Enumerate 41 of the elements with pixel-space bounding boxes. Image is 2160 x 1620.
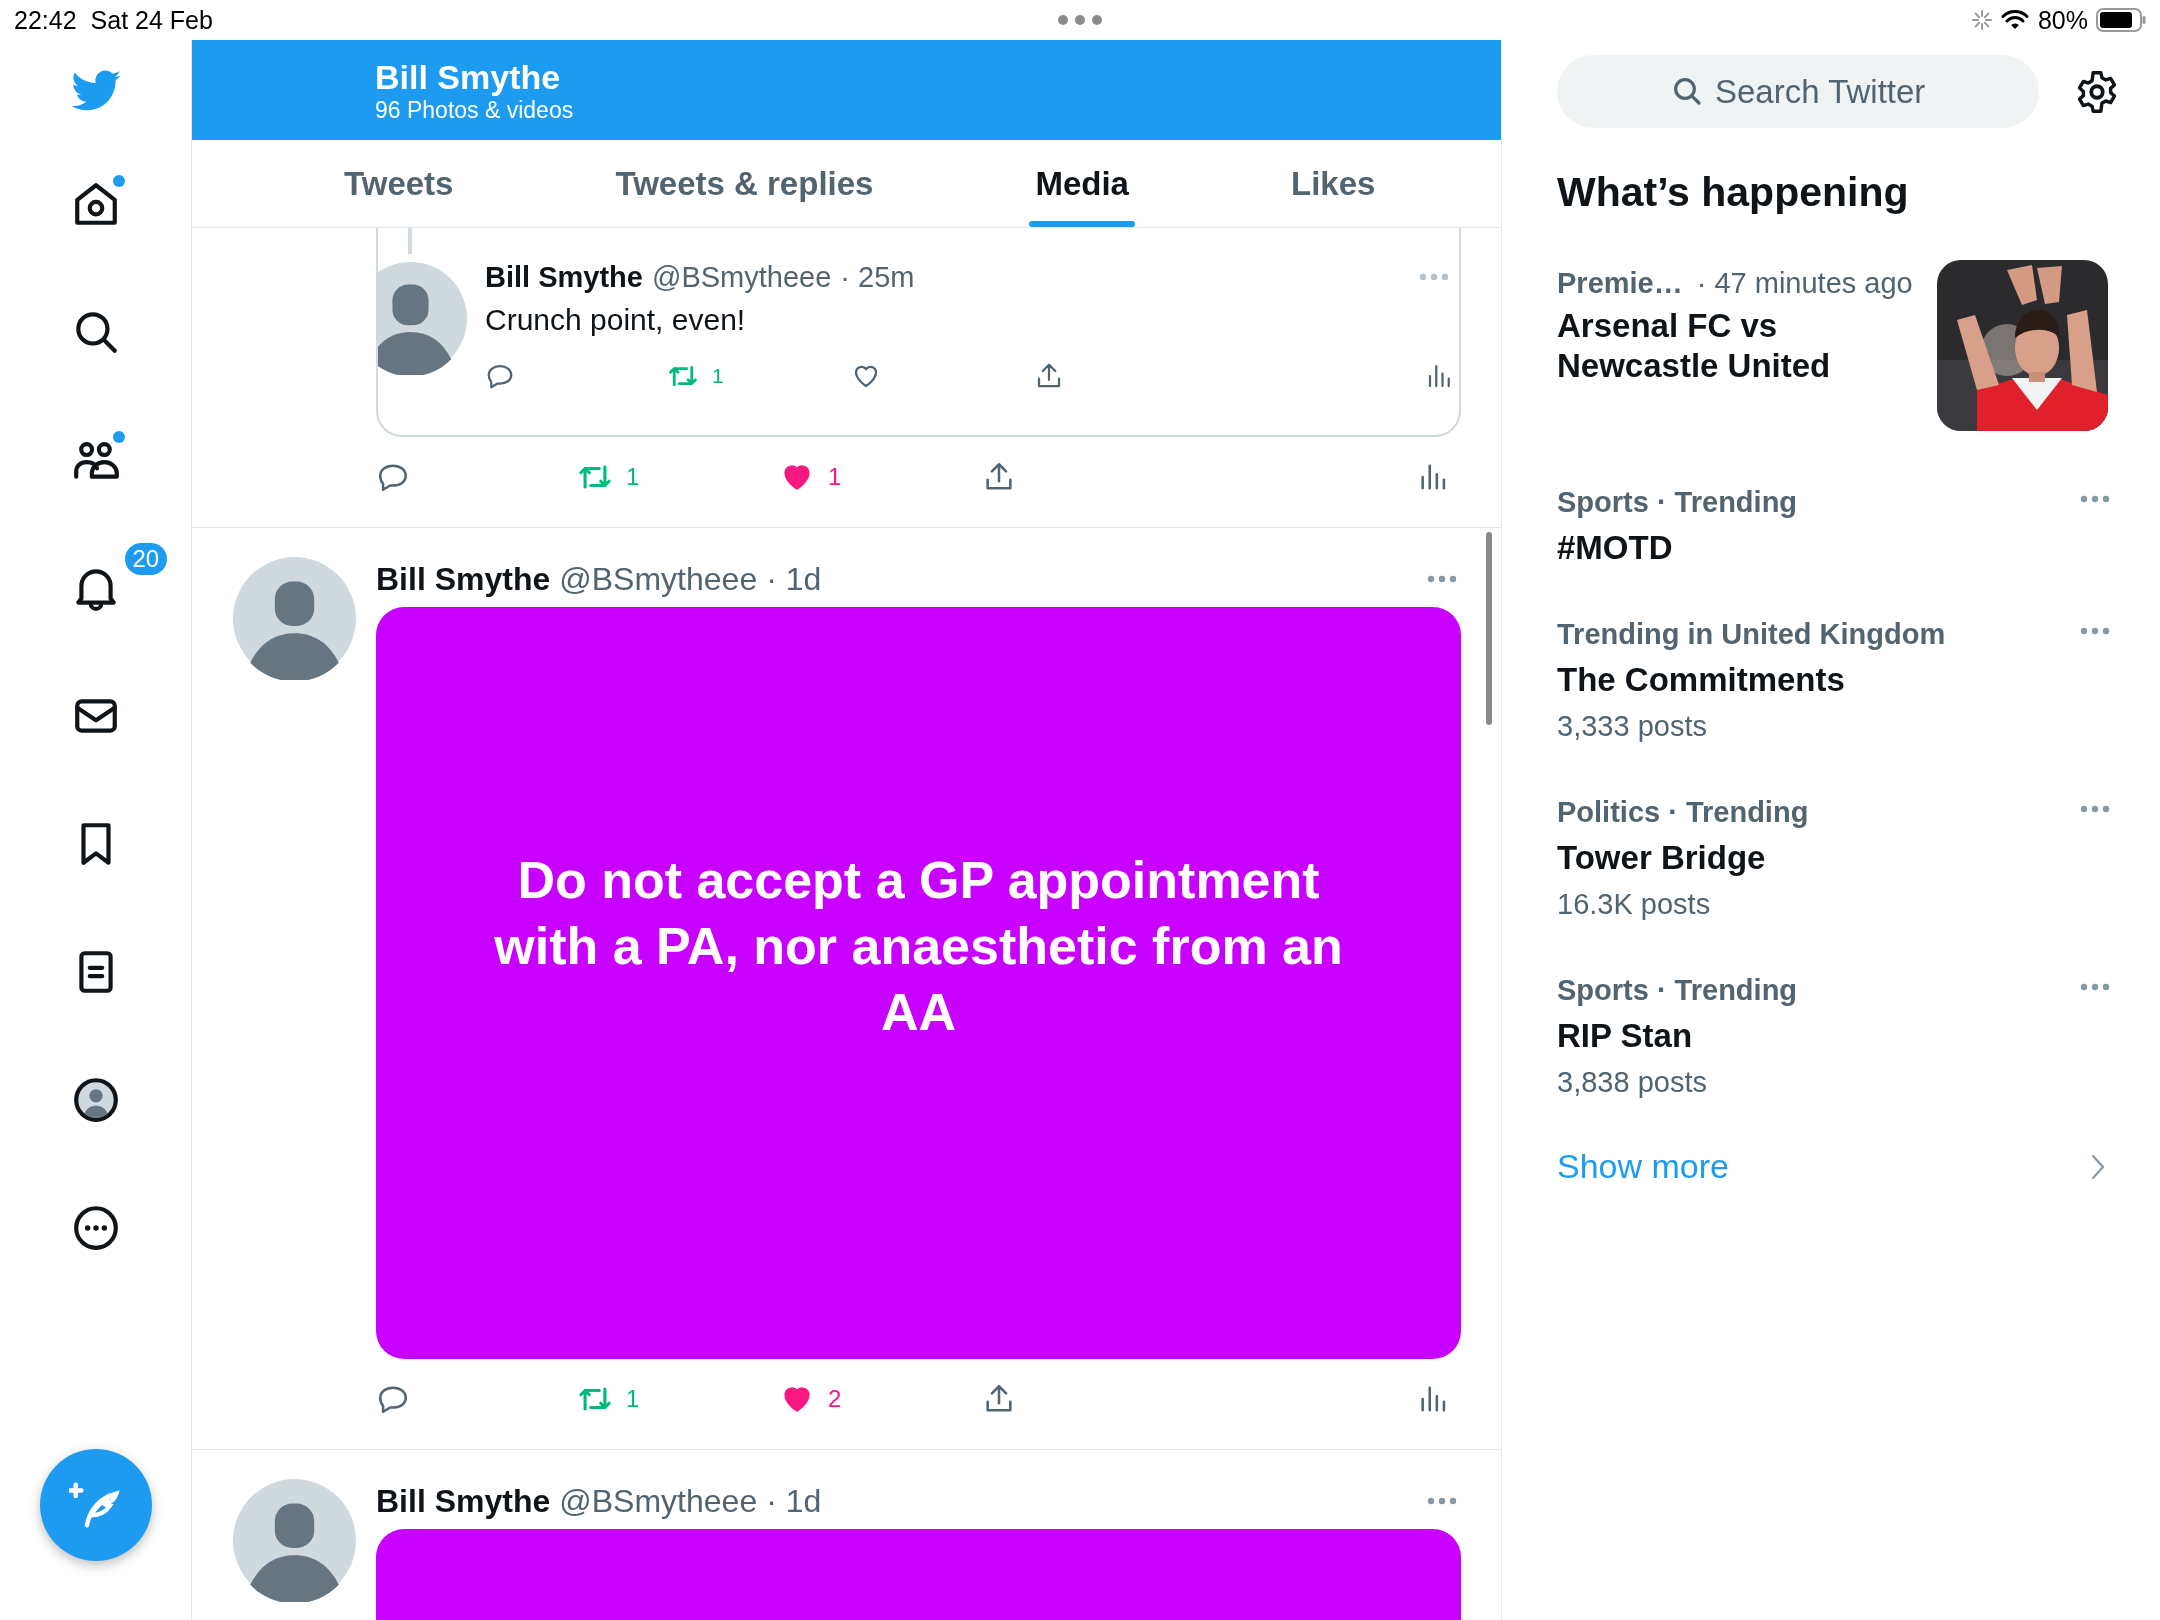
quote-card[interactable]: Bill Smythe @BSmytheee · 25m Crunch point, even! 1: [376, 228, 1461, 437]
media-card[interactable]: Do not accept a GP appointment with a PA, nor anaesthetic from an AA: [376, 607, 1461, 1359]
count-badge: 20: [122, 541, 170, 577]
timestamp: · 47 minutes ago: [1696, 266, 1913, 301]
author-handle: @BSmytheee: [651, 260, 832, 294]
date: Sat 24 Feb: [90, 5, 213, 35]
author-name[interactable]: Bill Smythe: [376, 1482, 551, 1520]
trend-title[interactable]: RIP Stan: [1557, 1013, 1798, 1059]
tweet-text: Crunch point, even!: [485, 302, 747, 338]
media-count: 96 Photos & videos: [375, 97, 575, 123]
section-title: What’s happening: [1557, 168, 1910, 216]
author-handle: @BSmytheee: [559, 560, 758, 598]
tab[interactable]: Likes: [1284, 140, 1382, 227]
trend-category: Sports · Trending: [1557, 485, 1798, 520]
timestamp: · 1d: [766, 1482, 822, 1520]
trend-category: Politics · Trending: [1557, 795, 1809, 830]
time: 22:42: [14, 5, 77, 35]
like-button[interactable]: 1: [780, 460, 982, 494]
trend-title[interactable]: Arsenal FC vs Newcastle United: [1557, 306, 1887, 386]
trend-category: Premie…: [1557, 266, 1683, 301]
trend-category: Trending in United Kingdom: [1557, 617, 1946, 652]
post-count: 3,333 posts: [1557, 709, 1708, 744]
trend-title[interactable]: The Commitments: [1557, 657, 1946, 703]
trend-title[interactable]: #MOTD: [1557, 525, 1798, 571]
battery-percentage: 80%: [2037, 5, 2088, 35]
image-text: Do not accept a GP appointment with a PA, nor anaesthetic from an AA: [493, 850, 1344, 1043]
timestamp: · 25m: [840, 260, 915, 294]
search-field[interactable]: Search Twitter: [1557, 55, 2039, 128]
author-handle: @BSmytheee: [559, 1482, 758, 1520]
author-name[interactable]: Bill Smythe: [376, 560, 551, 598]
like-button[interactable]: 2: [780, 1382, 982, 1416]
post-count: 16.3K posts: [1557, 887, 1712, 922]
profile-name: Bill Smythe: [375, 57, 562, 97]
tab[interactable]: Tweets & replies: [609, 140, 880, 227]
tab[interactable]: Media: [1029, 140, 1135, 227]
trend-category: Sports · Trending: [1557, 973, 1798, 1008]
timestamp: · 1d: [766, 560, 822, 598]
author-name[interactable]: Bill Smythe: [485, 260, 643, 294]
tab[interactable]: Tweets: [338, 140, 460, 227]
post-count: 3,838 posts: [1557, 1065, 1708, 1100]
trend-title[interactable]: Tower Bridge: [1557, 835, 1809, 881]
